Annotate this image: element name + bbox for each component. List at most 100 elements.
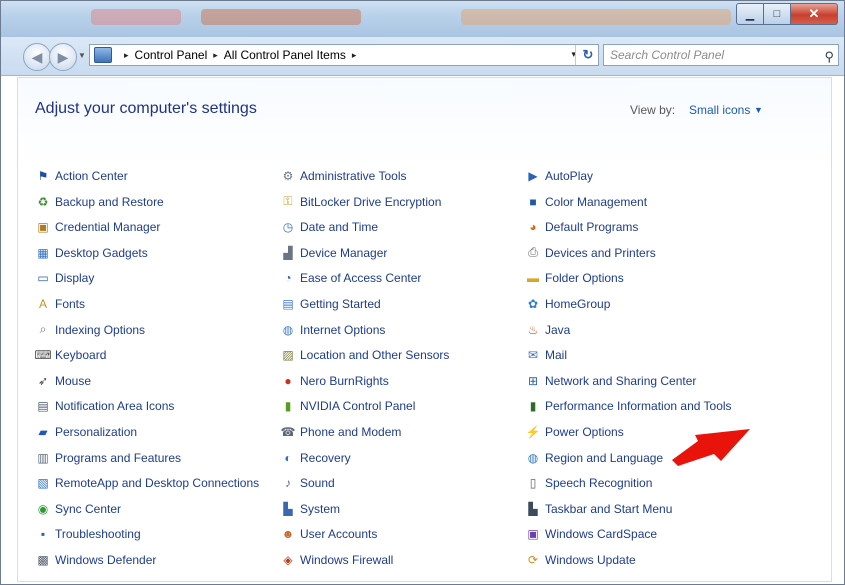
cp-item-homegroup[interactable]: ✿ HomeGroup	[525, 295, 610, 313]
cp-item-ease-of-access-center[interactable]: ◔ Ease of Access Center	[280, 269, 421, 287]
cp-item-keyboard[interactable]: ⌨ Keyboard	[34, 346, 106, 364]
address-bar[interactable]: ▸ Control Panel ▸ All Control Panel Item…	[89, 44, 599, 66]
clock-icon: ◷	[282, 220, 294, 235]
cp-item-folder-options[interactable]: ▬ Folder Options	[525, 269, 624, 287]
getting-started-icon: ▤	[282, 297, 294, 311]
breadcrumb-separator-icon[interactable]: ▸	[213, 50, 218, 61]
cp-item-performance-information-and-tools[interactable]: ▮ Performance Information and Tools	[525, 397, 732, 415]
cp-item-indexing-options[interactable]: ⌕ Indexing Options	[35, 321, 145, 339]
cp-item-devices-and-printers[interactable]: ⎙ Devices and Printers	[525, 244, 656, 262]
control-panel-window: ▁ □ ✕ ◀ ▶ ▼ ▸ Control Panel ▸ All Contro…	[0, 0, 845, 585]
cp-item-device-manager[interactable]: ▟ Device Manager	[280, 244, 387, 262]
cp-item-label: System	[300, 501, 341, 516]
cp-item-troubleshooting[interactable]: ▪ Troubleshooting	[35, 525, 141, 543]
cp-item-sound[interactable]: ♪ Sound	[280, 474, 335, 492]
cp-item-fonts[interactable]: A Fonts	[35, 295, 85, 313]
cp-item-label: Device Manager	[300, 245, 388, 260]
cp-item-network-and-sharing-center[interactable]: ⊞ Network and Sharing Center	[525, 372, 696, 390]
search-icon[interactable]: ⚲	[824, 47, 834, 67]
cp-item-label: Color Management	[545, 194, 648, 209]
cp-item-java[interactable]: ♨ Java	[525, 321, 571, 339]
cardspace-icon: ▣	[527, 527, 539, 542]
navigation-bar: ◀ ▶ ▼ ▸ Control Panel ▸ All Control Pane…	[1, 37, 844, 76]
cp-item-programs-and-features[interactable]: ▥ Programs and Features	[35, 449, 181, 467]
cp-item-color-management[interactable]: ■ Color Management	[525, 193, 647, 211]
cp-item-display[interactable]: ▭ Display	[35, 269, 94, 287]
users-icon: ☻	[281, 527, 295, 542]
cp-item-date-and-time[interactable]: ◷ Date and Time	[280, 218, 378, 236]
cp-item-remoteapp-and-desktop-connections[interactable]: ▧ RemoteApp and Desktop Connections	[35, 474, 259, 492]
cp-item-action-center[interactable]: ⚑ Action Center	[35, 167, 128, 185]
view-by-label: View by:	[630, 103, 676, 117]
cp-item-windows-cardspace[interactable]: ▣ Windows CardSpace	[525, 525, 657, 543]
cp-item-label: Windows Firewall	[300, 553, 394, 567]
window-controls: ▁ □ ✕	[736, 3, 838, 25]
cp-item-label: Java	[545, 322, 571, 337]
cp-item-windows-defender[interactable]: ▩ Windows Defender	[35, 551, 156, 569]
close-button[interactable]: ✕	[791, 3, 838, 25]
cp-item-personalization[interactable]: ▰ Personalization	[35, 423, 137, 441]
cp-item-mouse[interactable]: ➶ Mouse	[35, 372, 91, 390]
refresh-button[interactable]: ↻	[575, 45, 600, 65]
maximize-button[interactable]: □	[764, 3, 791, 25]
title-bar[interactable]: ▁ □ ✕	[1, 1, 844, 37]
cp-item-nero-burnrights[interactable]: ● Nero BurnRights	[280, 372, 388, 390]
cp-item-mail[interactable]: ✉ Mail	[525, 346, 567, 364]
cp-item-region-and-language[interactable]: ◍ Region and Language	[525, 449, 663, 467]
view-by-caret-icon[interactable]: ▼	[754, 105, 763, 115]
cp-item-label: Devices and Printers	[545, 245, 656, 260]
cp-item-location-and-other-sensors[interactable]: ▨ Location and Other Sensors	[280, 346, 449, 364]
cp-item-label: BitLocker Drive Encryption	[300, 194, 442, 209]
cp-item-autoplay[interactable]: ▶ AutoPlay	[525, 167, 593, 185]
cp-item-nvidia-control-panel[interactable]: ▮ NVIDIA Control Panel	[280, 397, 416, 415]
mail-icon: ✉	[527, 348, 539, 363]
breadcrumb-separator-icon[interactable]: ▸	[352, 50, 357, 61]
troubleshooting-icon: ▪	[40, 527, 46, 542]
search-input[interactable]: Search Control Panel ⚲	[603, 44, 839, 66]
view-by-dropdown[interactable]: Small icons	[689, 103, 750, 117]
cp-item-getting-started[interactable]: ▤ Getting Started	[280, 295, 380, 313]
cp-item-system[interactable]: ▙ System	[280, 500, 340, 518]
refresh-icon: ↻	[582, 47, 594, 62]
recent-pages-dropdown-icon[interactable]: ▼	[78, 51, 86, 60]
cp-item-notification-area-icons[interactable]: ▤ Notification Area Icons	[35, 397, 174, 415]
sync-icon: ◉	[37, 501, 49, 516]
cp-item-label: Notification Area Icons	[55, 399, 175, 414]
cp-item-default-programs[interactable]: ◕ Default Programs	[525, 218, 638, 236]
cp-item-label: NVIDIA Control Panel	[300, 399, 416, 414]
cp-item-windows-update[interactable]: ⟳ Windows Update	[525, 551, 636, 569]
cp-item-backup-and-restore[interactable]: ♻ Backup and Restore	[35, 193, 164, 211]
breadcrumb-separator-icon[interactable]: ▸	[124, 50, 129, 61]
nvidia-icon: ▮	[284, 399, 292, 414]
cp-item-label: Phone and Modem	[300, 425, 402, 439]
cp-item-user-accounts[interactable]: ☻ User Accounts	[280, 525, 378, 543]
cp-item-label: Performance Information and Tools	[545, 399, 732, 414]
speaker-icon: ♪	[285, 476, 291, 491]
minimize-button[interactable]: ▁	[736, 3, 764, 25]
red-annotation-arrow	[672, 429, 750, 466]
cp-item-label: Personalization	[55, 425, 138, 439]
breadcrumb-control-panel[interactable]: Control Panel	[135, 48, 208, 62]
cp-item-credential-manager[interactable]: ▣ Credential Manager	[35, 218, 160, 236]
cp-item-speech-recognition[interactable]: ▯ Speech Recognition	[525, 474, 653, 492]
default-programs-icon: ◕	[529, 220, 537, 235]
cp-item-taskbar-and-start-menu[interactable]: ▙ Taskbar and Start Menu	[525, 500, 672, 518]
cp-item-sync-center[interactable]: ◉ Sync Center	[35, 500, 121, 518]
cp-item-power-options[interactable]: ⚡ Power Options	[525, 423, 624, 441]
cp-item-internet-options[interactable]: ◍ Internet Options	[280, 321, 386, 339]
cp-item-administrative-tools[interactable]: ⚙ Administrative Tools	[280, 167, 407, 185]
cp-item-recovery[interactable]: ◐ Recovery	[280, 449, 351, 467]
breadcrumb-all-items[interactable]: All Control Panel Items	[224, 48, 346, 62]
power-icon: ⚡	[525, 425, 541, 439]
cp-item-label: Recovery	[300, 450, 351, 465]
cp-item-windows-firewall[interactable]: ◈ Windows Firewall	[280, 551, 393, 569]
internet-icon: ◍	[282, 322, 294, 337]
sensors-icon: ▨	[282, 348, 294, 363]
cp-item-label: AutoPlay	[545, 169, 594, 183]
cp-item-phone-and-modem[interactable]: ☎ Phone and Modem	[280, 423, 402, 441]
back-button[interactable]: ◀	[23, 43, 51, 71]
cp-item-label: Network and Sharing Center	[545, 373, 697, 388]
cp-item-bitlocker-drive-encryption[interactable]: ⚿ BitLocker Drive Encryption	[280, 193, 441, 211]
cp-item-desktop-gadgets[interactable]: ▦ Desktop Gadgets	[35, 244, 147, 262]
forward-button[interactable]: ▶	[49, 43, 77, 71]
